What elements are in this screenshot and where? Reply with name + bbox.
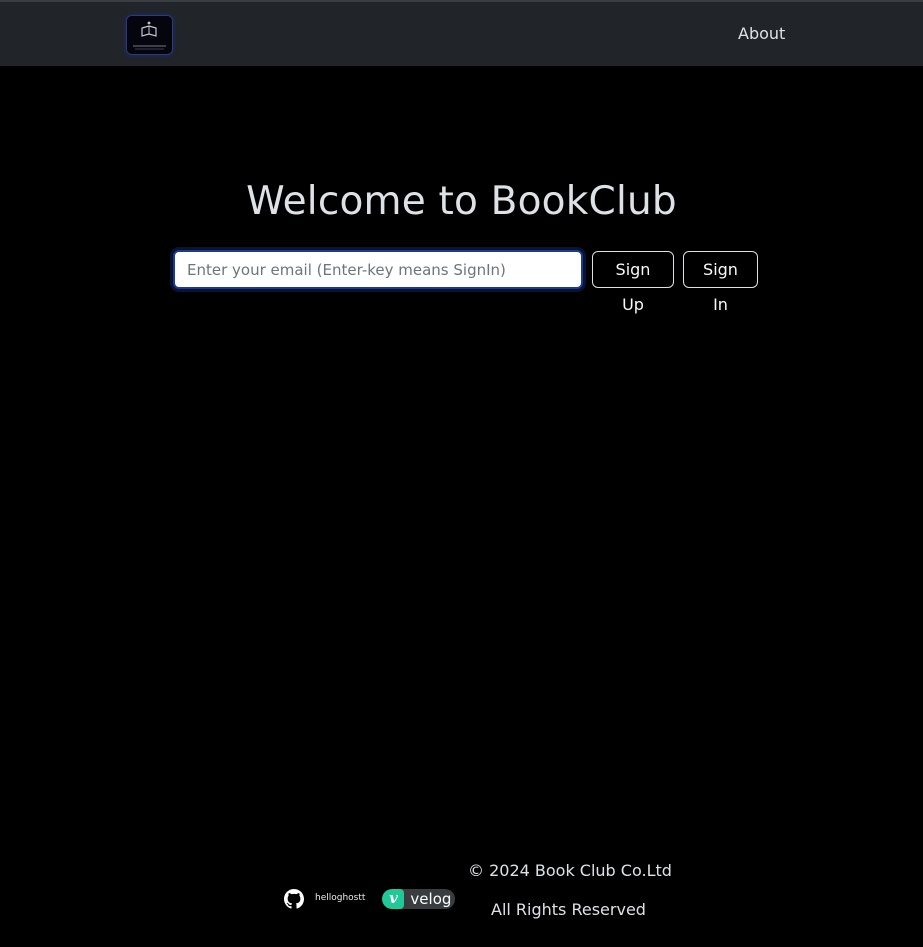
footer-social-links: helloghostt v velog: [284, 886, 456, 912]
github-username[interactable]: helloghostt: [315, 893, 365, 903]
page-title: Welcome to BookClub: [246, 179, 677, 224]
top-navbar: About: [0, 0, 923, 66]
bookclub-logo-icon[interactable]: [127, 16, 172, 54]
velog-icon: v: [382, 889, 405, 909]
nav-about-link[interactable]: About: [738, 24, 785, 44]
rights-text: All Rights Reserved: [491, 900, 646, 919]
sign-up-button[interactable]: Sign Up: [592, 251, 674, 314]
velog-label: velog: [410, 890, 452, 908]
copyright-text: © 2024 Book Club Co.Ltd: [468, 861, 672, 880]
email-input[interactable]: [170, 247, 586, 292]
velog-link[interactable]: v velog: [382, 889, 456, 909]
sign-in-button[interactable]: Sign In: [683, 251, 758, 314]
github-icon[interactable]: [284, 889, 304, 909]
